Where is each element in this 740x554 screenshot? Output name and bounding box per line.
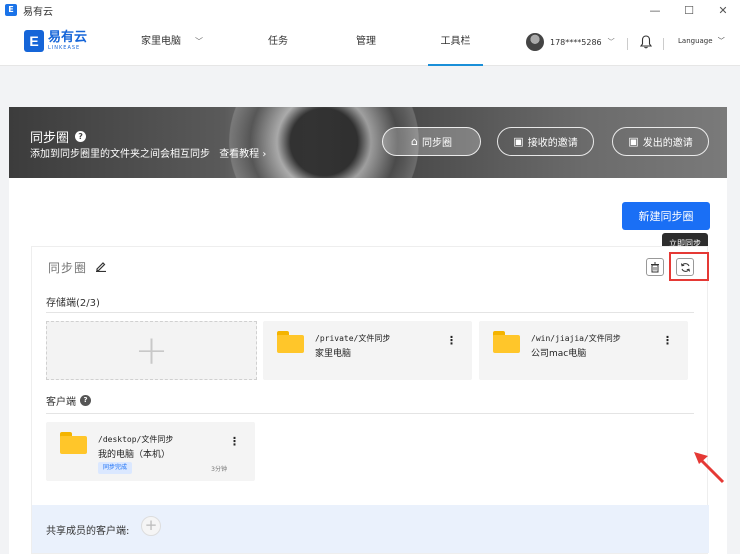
home-icon: ⌂ — [411, 135, 418, 148]
plus-icon: + — [144, 516, 158, 534]
sync-circle-card: 同步圈 存储端(2/3) + /private/文件同步 家里电脑 ⋮ /win… — [31, 246, 709, 554]
help-icon[interactable]: ? — [75, 131, 87, 142]
nav-item-tasks[interactable]: 任务 — [268, 20, 288, 66]
app-icon: E — [5, 4, 17, 16]
banner-subtitle: 添加到同步圈里的文件夹之间会相互同步 查看教程 › — [30, 149, 267, 160]
chevron-down-icon: ﹀ — [717, 37, 725, 45]
folder-path: /desktop/文件同步 — [98, 435, 174, 444]
window-titlebar: E 易有云 — ☐ ✕ — [0, 0, 740, 20]
device-name: 家里电脑 — [315, 349, 352, 359]
outbox-icon: ▣ — [628, 135, 639, 148]
close-button[interactable]: ✕ — [706, 0, 740, 20]
divider — [46, 312, 694, 313]
client-tile[interactable]: /desktop/文件同步 我的电脑（本机） ⋮ 同步完成 3分钟 — [46, 422, 255, 481]
bell-icon[interactable] — [639, 35, 653, 49]
sync-circle-banner: 同步圈 ? 添加到同步圈里的文件夹之间会相互同步 查看教程 › ⌂ 同步圈 ▣ … — [9, 107, 727, 178]
more-options-icon[interactable]: ⋮ — [446, 334, 457, 347]
new-sync-circle-button[interactable]: 新建同步圈 — [622, 202, 710, 230]
banner-title: 同步圈 ? — [30, 127, 87, 146]
client-section-label: 客户端 ? — [46, 393, 91, 408]
status-badge: 同步完成 — [98, 462, 133, 474]
main-content: 新建同步圈 立即同步 同步圈 存储端(2/3) + /private/文件同步 … — [9, 178, 727, 554]
device-name: 我的电脑（本机） — [98, 450, 171, 460]
storage-section-label: 存储端(2/3) — [46, 298, 100, 309]
shared-members-bar: 共享成员的客户端: + — [32, 505, 709, 553]
tab-sent-invites[interactable]: ▣ 发出的邀请 — [612, 127, 709, 156]
trash-icon — [651, 262, 659, 272]
more-options-icon[interactable]: ⋮ — [662, 334, 673, 347]
logo-subtext: LINKEASE — [48, 45, 81, 51]
chevron-down-icon: ﹀ — [195, 37, 203, 46]
language-selector[interactable]: Language ﹀ — [678, 36, 725, 46]
nav-item-toolbar[interactable]: 工具栏 — [428, 20, 483, 66]
add-storage-button[interactable]: + — [46, 321, 257, 380]
add-member-button[interactable]: + — [141, 516, 161, 536]
logo[interactable]: E 易有云 LINKEASE — [24, 30, 87, 52]
folder-icon — [493, 331, 520, 353]
shared-members-label: 共享成员的客户端: — [46, 526, 130, 537]
tutorial-link[interactable]: 查看教程 › — [219, 149, 266, 160]
top-navbar: E 易有云 LINKEASE 家里电脑 ﹀ 任务 管理 工具栏 178****52… — [0, 20, 740, 66]
inbox-icon: ▣ — [513, 135, 524, 148]
more-options-icon[interactable]: ⋮ — [229, 435, 240, 448]
window-title: 易有云 — [23, 6, 53, 18]
maximize-button[interactable]: ☐ — [672, 0, 706, 20]
divider — [627, 38, 628, 50]
window-controls: — ☐ ✕ — [638, 0, 740, 20]
edit-icon[interactable] — [95, 260, 107, 275]
device-name: 公司mac电脑 — [531, 349, 587, 359]
nav-item-manage[interactable]: 管理 — [356, 20, 376, 66]
folder-icon — [60, 432, 87, 454]
storage-tile[interactable]: /win/jiajia/文件同步 公司mac电脑 ⋮ — [479, 321, 688, 380]
arrow-annotation-icon — [694, 452, 725, 484]
folder-path: /win/jiajia/文件同步 — [531, 334, 621, 343]
nav-item-home-pc[interactable]: 家里电脑 ﹀ — [141, 20, 203, 66]
folder-icon — [277, 331, 304, 353]
user-menu[interactable]: 178****5286 ﹀ — [526, 33, 615, 51]
divider — [663, 38, 664, 50]
chevron-down-icon: ﹀ — [607, 38, 615, 46]
tab-sync-circle[interactable]: ⌂ 同步圈 — [382, 127, 481, 156]
delete-button[interactable] — [646, 258, 664, 276]
sync-time: 3分钟 — [211, 466, 227, 473]
logo-mark-icon: E — [24, 30, 44, 52]
tab-received-invites[interactable]: ▣ 接收的邀请 — [497, 127, 594, 156]
minimize-button[interactable]: — — [638, 0, 672, 20]
help-icon[interactable]: ? — [80, 395, 91, 406]
avatar — [526, 33, 544, 51]
user-phone: 178****5286 — [550, 37, 602, 47]
plus-icon: + — [134, 327, 169, 374]
highlight-annotation — [669, 252, 709, 281]
logo-text: 易有云 — [48, 30, 88, 45]
divider — [46, 413, 694, 414]
storage-tile[interactable]: /private/文件同步 家里电脑 ⋮ — [263, 321, 472, 380]
folder-path: /private/文件同步 — [315, 334, 391, 343]
circle-name: 同步圈 — [48, 259, 107, 276]
